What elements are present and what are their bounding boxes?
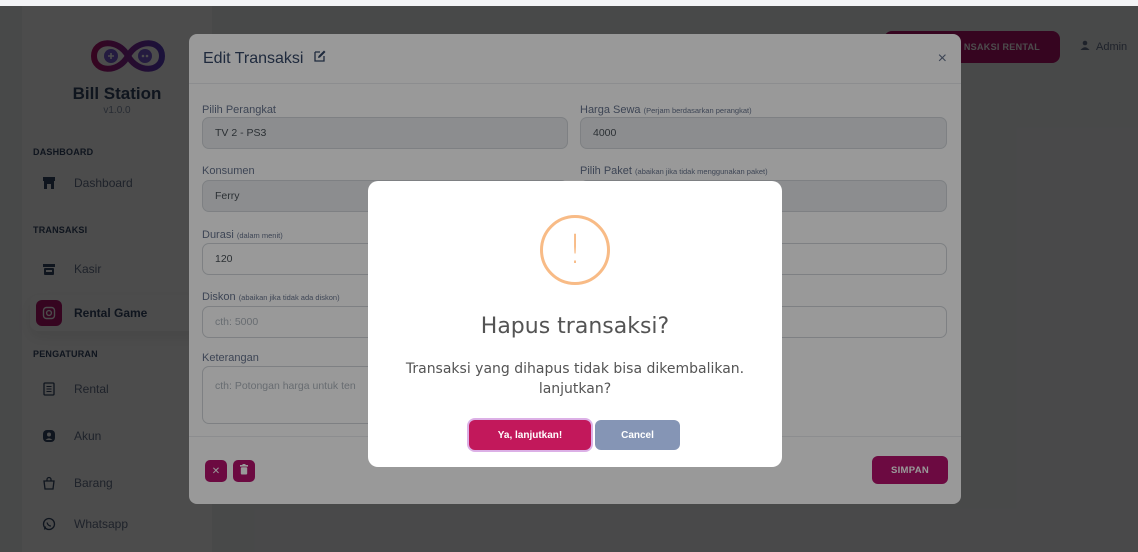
dialog-message: Transaksi yang dihapus tidak bisa dikemb…	[405, 361, 745, 397]
confirm-delete-dialog: ! Hapus transaksi? Transaksi yang dihapu…	[368, 181, 782, 467]
warning-symbol: !	[566, 227, 584, 273]
cancel-button[interactable]: Cancel	[595, 420, 680, 450]
warning-icon: !	[540, 215, 610, 285]
dialog-title: Hapus transaksi?	[480, 314, 670, 339]
confirm-button[interactable]: Ya, lanjutkan!	[469, 420, 591, 450]
